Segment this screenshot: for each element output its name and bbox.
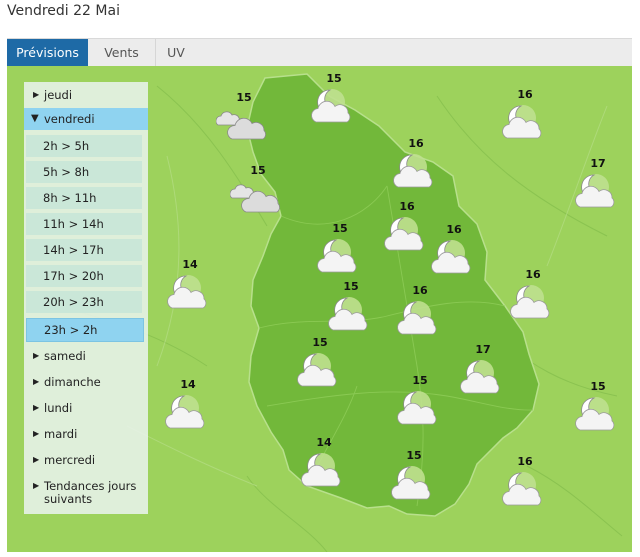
slot-item[interactable]: 8h > 11h [26,187,142,209]
slot-item[interactable]: 11h > 14h [26,213,142,235]
triangle-right-icon: ▶ [33,403,40,412]
forecast-tabs: Prévisions Vents UV [7,38,632,67]
map-forecast-point[interactable]: 17 [455,343,511,397]
day-item-lundi[interactable]: ▶ lundi [24,397,148,419]
map-forecast-point[interactable]: 16 [497,88,553,142]
triangle-right-icon: ▶ [33,455,40,464]
map-forecast-point[interactable]: 16 [505,268,561,322]
tab-previsions[interactable]: Prévisions [7,39,88,67]
tab-vents[interactable]: Vents [88,39,156,67]
map-forecast-point[interactable]: 15 [312,222,368,276]
day-item-samedi[interactable]: ▶ samedi [24,345,148,367]
page-date-title: Vendredi 22 Mai [7,3,120,19]
slot-item[interactable]: 14h > 17h [26,239,142,261]
slot-item[interactable]: 20h > 23h [26,291,142,313]
triangle-right-icon: ▶ [33,481,40,490]
triangle-right-icon: ▶ [33,351,40,360]
triangle-right-icon: ▶ [33,377,40,386]
map-forecast-point[interactable]: 15 [306,72,362,126]
day-item-mardi[interactable]: ▶ mardi [24,423,148,445]
map-forecast-point[interactable]: 15 [230,164,286,218]
day-item-dimanche[interactable]: ▶ dimanche [24,371,148,393]
day-item-tendances[interactable]: ▶ Tendances jours suivants [24,476,148,510]
map-forecast-point[interactable]: 16 [388,137,444,191]
map-forecast-point[interactable]: 15 [570,380,626,434]
slot-item[interactable]: 5h > 8h [26,161,142,183]
day-item-vendredi[interactable]: ▼ vendredi [24,108,148,130]
day-selector-sidebar: ▶ jeudi ▼ vendredi 2h > 5h 5h > 8h 8h > … [24,82,148,514]
map-forecast-point[interactable]: 16 [392,284,448,338]
triangle-right-icon: ▶ [33,429,40,438]
map-forecast-point[interactable]: 14 [160,378,216,432]
map-forecast-point[interactable]: 15 [386,449,442,503]
map-forecast-point[interactable]: 15 [392,374,448,428]
slot-item[interactable]: 2h > 5h [26,135,142,157]
map-forecast-point[interactable]: 15 [323,280,379,334]
slot-item[interactable]: 17h > 20h [26,265,142,287]
tab-uv[interactable]: UV [155,39,197,67]
day-item-mercredi[interactable]: ▶ mercredi [24,449,148,471]
map-forecast-point[interactable]: 16 [497,455,553,509]
map-forecast-point[interactable]: 14 [162,258,218,312]
slot-item-selected[interactable]: 23h > 2h [26,318,144,342]
map-forecast-point[interactable]: 17 [570,157,626,211]
map-forecast-point[interactable]: 16 [426,223,482,277]
triangle-down-icon: ▼ [31,113,39,124]
map-forecast-point[interactable]: 15 [216,91,272,145]
map-forecast-point[interactable]: 15 [292,336,348,390]
map-forecast-point[interactable]: 14 [296,436,352,490]
triangle-right-icon: ▶ [33,90,40,99]
day-item-jeudi[interactable]: ▶ jeudi [24,84,148,106]
